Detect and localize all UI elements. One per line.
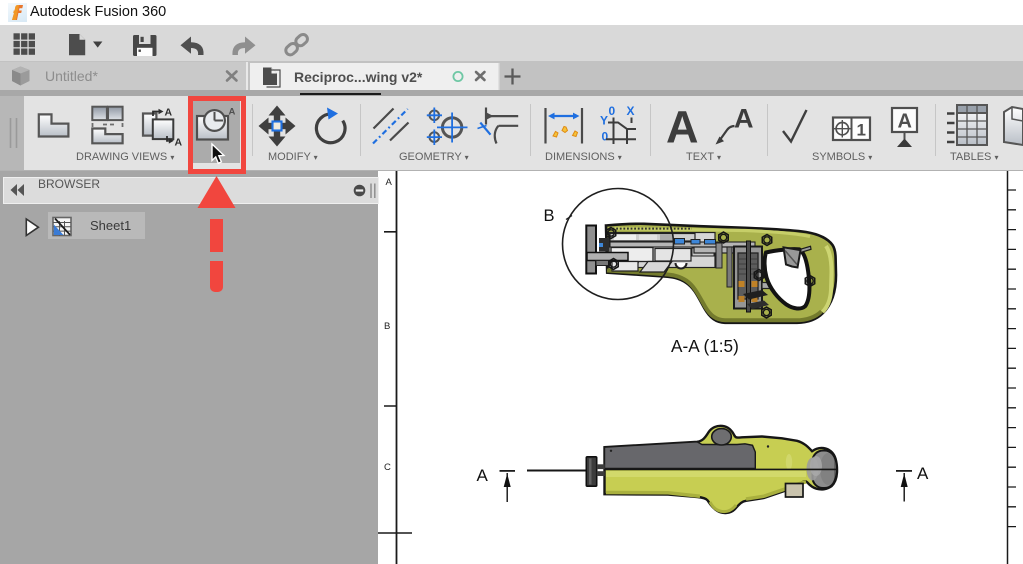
svg-text:A: A <box>917 464 929 483</box>
svg-text:1: 1 <box>857 121 866 140</box>
svg-text:C: C <box>384 462 391 473</box>
svg-text:A: A <box>175 137 183 149</box>
svg-text:A: A <box>734 104 754 134</box>
svg-text:0: 0 <box>609 104 616 118</box>
svg-text:A-A (1:5): A-A (1:5) <box>671 336 739 356</box>
svg-text:A: A <box>898 111 912 133</box>
svg-text:A: A <box>165 107 173 119</box>
svg-text:Y: Y <box>600 114 608 128</box>
svg-text:B: B <box>544 207 555 225</box>
svg-text:X: X <box>627 104 635 118</box>
svg-text:A: A <box>666 102 699 153</box>
svg-text:0: 0 <box>602 130 609 144</box>
svg-text:A: A <box>477 466 489 485</box>
svg-text:A: A <box>386 177 393 188</box>
svg-text:B: B <box>384 321 390 332</box>
